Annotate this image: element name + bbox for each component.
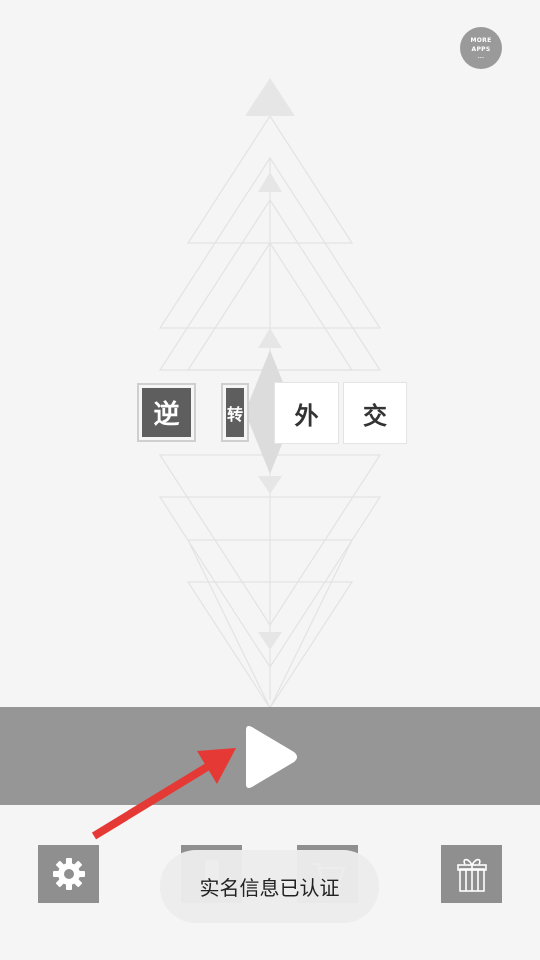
more-apps-label-3: ... bbox=[477, 54, 485, 60]
more-apps-label-1: MORE bbox=[470, 37, 492, 44]
gift-icon bbox=[456, 858, 487, 892]
gift-button[interactable] bbox=[441, 845, 502, 903]
more-apps-label-2: APPS bbox=[471, 46, 491, 53]
more-apps-button[interactable]: MORE APPS ... bbox=[460, 27, 502, 69]
background-triangle-art bbox=[158, 78, 382, 738]
play-button[interactable] bbox=[236, 722, 306, 792]
play-icon bbox=[246, 726, 297, 788]
toast-text: 实名信息已认证 bbox=[199, 876, 340, 900]
toast-message: 实名信息已认证 bbox=[160, 850, 379, 923]
gear-icon bbox=[52, 858, 85, 890]
settings-button[interactable] bbox=[38, 845, 99, 903]
